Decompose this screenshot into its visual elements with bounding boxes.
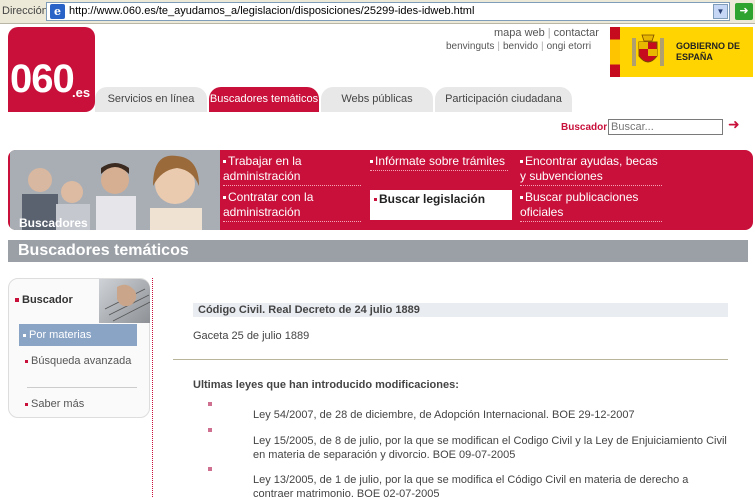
link-contratar[interactable]: Contratar con la administración [223, 190, 361, 222]
content-divider [173, 359, 728, 360]
tab-participacion[interactable]: Participación ciudadana [435, 87, 572, 112]
list-bullet [208, 467, 212, 471]
search-input[interactable] [608, 119, 723, 135]
link-informate[interactable]: Infórmate sobre trámites [370, 154, 508, 171]
language-links: benvinguts | benvido | ongi etorri [446, 41, 592, 52]
tab-buscadores[interactable]: Buscadores temáticos [209, 87, 319, 112]
logo-suffix: .es [72, 85, 91, 100]
gov-logo[interactable]: GOBIERNO DE ESPAÑA [610, 27, 753, 77]
link-lang-eu[interactable]: ongi etorri [547, 41, 591, 52]
link-contact[interactable]: contactar [554, 27, 599, 39]
law-title-box: Código Civil. Real Decreto de 24 julio 1… [193, 303, 728, 317]
link-trabajar[interactable]: Trabajar en la administración [223, 154, 361, 186]
finders-banner: Buscadores Trabajar en la administración… [8, 150, 753, 230]
sidebar-separator [152, 278, 153, 497]
banner-title: Buscadores [19, 216, 88, 230]
keyboard-hand-icon [99, 279, 150, 323]
address-bar: Dirección e http://www.060.es/te_ayudamo… [0, 0, 755, 24]
link-ayudas[interactable]: Encontrar ayudas, becas y subvenciones [520, 154, 662, 186]
page-title: Buscadores temáticos [18, 242, 189, 259]
sidebar: Buscador Por materias Búsqueda avanzada … [8, 278, 150, 418]
modification-item[interactable]: Ley 13/2005, de 1 de julio, por la que s… [253, 473, 731, 497]
ie-page-icon: e [50, 4, 65, 19]
banner-photo: Buscadores [10, 150, 220, 230]
go-arrow-icon[interactable]: ➜ [735, 3, 753, 20]
gaceta-date: Gaceta 25 de julio 1889 [193, 330, 310, 342]
sidebar-heading: Buscador [15, 294, 73, 306]
coat-of-arms-icon [632, 34, 664, 66]
url-field[interactable]: e http://www.060.es/te_ayudamos_a/legisl… [46, 2, 730, 21]
utility-links: mapa web | contactar [494, 27, 599, 39]
list-bullet [208, 402, 212, 406]
modifications-heading: Ultimas leyes que han introducido modifi… [193, 379, 459, 391]
modification-item[interactable]: Ley 15/2005, de 8 de julio, por la que s… [253, 434, 731, 462]
logo-number: 060 [10, 57, 75, 101]
search-label: Buscador [561, 122, 608, 133]
chevron-down-icon[interactable]: ▼ [713, 4, 728, 19]
link-legislacion[interactable]: Buscar legislación [370, 190, 512, 220]
law-title: Código Civil. Real Decreto de 24 julio 1… [198, 304, 420, 316]
url-text[interactable]: http://www.060.es/te_ayudamos_a/legislac… [69, 5, 474, 17]
gov-name: GOBIERNO DE ESPAÑA [676, 41, 741, 62]
sidebar-item-por-materias[interactable]: Por materias [19, 324, 137, 346]
sidebar-item-busqueda-avanzada[interactable]: Búsqueda avanzada [19, 354, 137, 368]
address-label: Dirección [2, 5, 48, 17]
spain-flag-icon [610, 27, 620, 77]
tab-webs[interactable]: Webs públicas [321, 87, 433, 112]
tab-servicios[interactable]: Servicios en línea [95, 87, 207, 112]
link-site-map[interactable]: mapa web [494, 27, 545, 39]
sidebar-divider [27, 387, 137, 388]
link-lang-gl[interactable]: benvido [503, 41, 538, 52]
sidebar-item-saber-mas[interactable]: Saber más [19, 397, 137, 411]
list-bullet [208, 428, 212, 432]
link-lang-ca[interactable]: benvinguts [446, 41, 494, 52]
site-logo[interactable]: 060 .es [8, 27, 95, 112]
link-publicaciones[interactable]: Buscar publicaciones oficiales [520, 190, 662, 222]
search-go-icon[interactable]: ➜ [728, 116, 740, 133]
section-header: Buscadores temáticos [8, 240, 748, 262]
modification-item[interactable]: Ley 54/2007, de 28 de diciembre, de Adop… [253, 408, 731, 422]
